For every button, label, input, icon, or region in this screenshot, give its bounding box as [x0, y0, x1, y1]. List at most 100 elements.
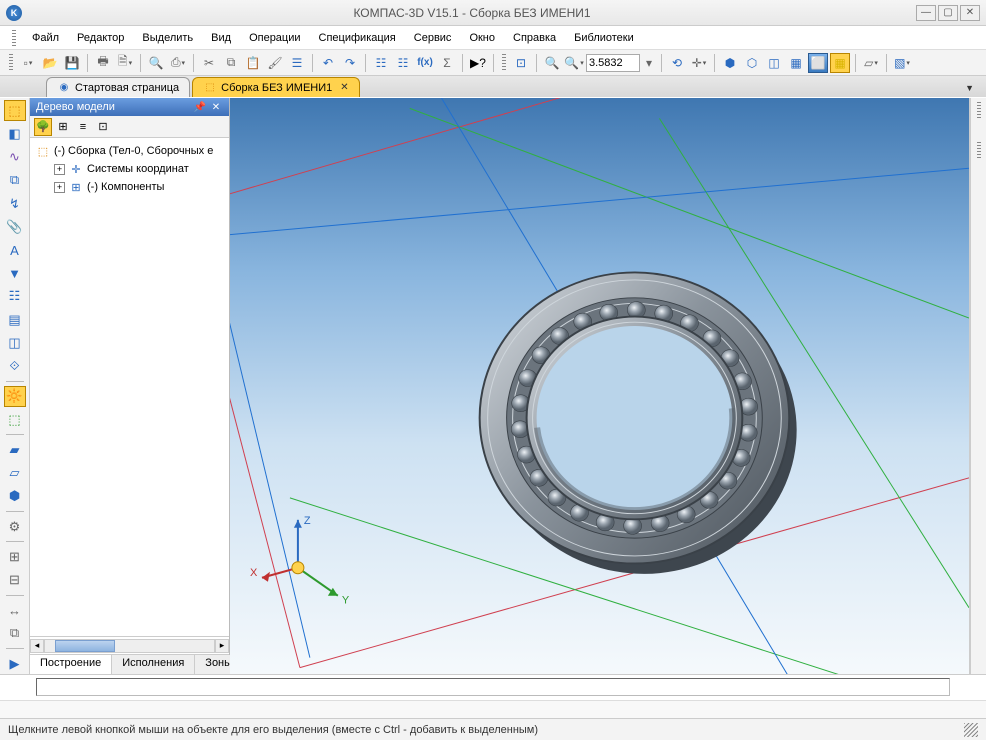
grip-icon: [12, 30, 16, 46]
brush-button[interactable]: 🖌: [265, 53, 285, 73]
expand-button[interactable]: +: [54, 182, 65, 193]
properties-button[interactable]: ☰: [287, 53, 307, 73]
close-panel-button[interactable]: ✕: [209, 100, 223, 114]
tree-filter-button[interactable]: ⊡: [94, 118, 112, 136]
tree-tab-build[interactable]: Построение: [30, 655, 112, 674]
misc2-button[interactable]: ↯: [4, 193, 26, 214]
tree-tab-exec[interactable]: Исполнения: [112, 655, 195, 674]
tool5-button[interactable]: ⧉: [4, 623, 26, 644]
spec-button[interactable]: ☷: [4, 286, 26, 307]
new-button[interactable]: ▫: [18, 53, 38, 73]
zoom-fit-button[interactable]: ⊡: [511, 53, 531, 73]
rotate-button[interactable]: ⟲: [667, 53, 687, 73]
menu-libs[interactable]: Библиотеки: [568, 30, 640, 46]
scrollbar-thumb[interactable]: [55, 640, 115, 652]
filter-button[interactable]: ▼: [4, 263, 26, 284]
redo-button[interactable]: ↷: [340, 53, 360, 73]
tool3-button[interactable]: ⊟: [4, 569, 26, 590]
resize-grip-icon[interactable]: [964, 723, 978, 737]
scroll-left-button[interactable]: ◂: [30, 639, 44, 653]
tab-assembly[interactable]: ⬚ Сборка БЕЗ ИМЕНИ1 ✕: [192, 77, 360, 97]
library2-button[interactable]: ☷: [393, 53, 413, 73]
view-hidden-button[interactable]: ◫: [764, 53, 784, 73]
command-input[interactable]: [36, 678, 950, 696]
undo-button[interactable]: ↶: [318, 53, 338, 73]
text-button[interactable]: A: [4, 239, 26, 260]
preview-options-button[interactable]: ⎙: [168, 53, 188, 73]
zoom-input[interactable]: [586, 54, 640, 72]
open-button[interactable]: 📂: [40, 53, 60, 73]
misc1-button[interactable]: ⧉: [4, 170, 26, 191]
mirror-button[interactable]: ⟐: [4, 356, 26, 377]
perspective-button[interactable]: ▱: [861, 53, 881, 73]
paste-button[interactable]: 📋: [243, 53, 263, 73]
box-button[interactable]: ◫: [4, 332, 26, 353]
separator: [661, 54, 662, 72]
assembly-icon: ⬚: [36, 144, 50, 158]
edit-assembly-button[interactable]: ⬚: [4, 100, 26, 121]
menu-view[interactable]: Вид: [205, 30, 237, 46]
menu-select[interactable]: Выделить: [136, 30, 199, 46]
tool2-button[interactable]: ⊞: [4, 546, 26, 567]
fx-button[interactable]: f(x): [415, 53, 435, 73]
view-wire-button[interactable]: ⬡: [742, 53, 762, 73]
view-render-button[interactable]: ⬜: [808, 53, 828, 73]
menu-window[interactable]: Окно: [463, 30, 501, 46]
pin-button[interactable]: 📌: [193, 100, 207, 114]
tree-sort-button[interactable]: ≡: [74, 118, 92, 136]
tree-coords-item[interactable]: + ✛ Системы координат: [32, 160, 227, 178]
cut-button[interactable]: ✂: [199, 53, 219, 73]
zoom-options-button[interactable]: 🔍: [564, 53, 584, 73]
analysis-button[interactable]: ⬚: [4, 409, 26, 430]
tree-view-button[interactable]: 🌳: [34, 118, 52, 136]
tool4-button[interactable]: ↔: [4, 600, 26, 621]
orient-button[interactable]: ✛: [689, 53, 709, 73]
menu-service[interactable]: Сервис: [408, 30, 458, 46]
menu-help[interactable]: Справка: [507, 30, 562, 46]
curve-button[interactable]: ∿: [4, 146, 26, 167]
add-component-button[interactable]: ◧: [4, 123, 26, 144]
tab-start-page[interactable]: ◉ Стартовая страница: [46, 77, 190, 97]
rebuild-button[interactable]: ▧: [892, 53, 912, 73]
help-context-button[interactable]: ▶?: [468, 53, 488, 73]
minimize-button[interactable]: —: [916, 5, 936, 21]
zoom-dropdown-button[interactable]: ▾: [642, 53, 656, 73]
tool1-button[interactable]: ⚙: [4, 516, 26, 537]
copy-button[interactable]: ⧉: [221, 53, 241, 73]
sigma-button[interactable]: Σ: [437, 53, 457, 73]
tree-mode-button[interactable]: ⊞: [54, 118, 72, 136]
tabs-dropdown-button[interactable]: ▼: [961, 79, 978, 97]
attach-button[interactable]: 📎: [4, 216, 26, 237]
surface1-button[interactable]: ▰: [4, 439, 26, 460]
print-button[interactable]: 🖶: [93, 53, 113, 73]
tool6-button[interactable]: ▶: [4, 653, 26, 674]
scroll-right-button[interactable]: ▸: [215, 639, 229, 653]
close-tab-button[interactable]: ✕: [340, 82, 348, 93]
render-button[interactable]: 🔆: [4, 386, 26, 407]
expand-button[interactable]: +: [54, 164, 65, 175]
report-button[interactable]: ▤: [4, 309, 26, 330]
preview-button[interactable]: 🔍: [146, 53, 166, 73]
viewport-3d[interactable]: Z X Y: [230, 98, 970, 674]
maximize-button[interactable]: ▢: [938, 5, 958, 21]
save-button[interactable]: 💾: [62, 53, 82, 73]
zoom-in-button[interactable]: 🔍: [542, 53, 562, 73]
tree-scrollbar[interactable]: ◂ ▸: [30, 636, 229, 654]
menu-editor[interactable]: Редактор: [71, 30, 130, 46]
menu-spec[interactable]: Спецификация: [313, 30, 402, 46]
library-button[interactable]: ☷: [371, 53, 391, 73]
close-button[interactable]: ✕: [960, 5, 980, 21]
tree-components-item[interactable]: + ⊞ (-) Компоненты: [32, 178, 227, 196]
separator: [6, 434, 24, 435]
tree-root-item[interactable]: ⬚ (-) Сборка (Тел-0, Сборочных е: [32, 142, 227, 160]
print-preview-button[interactable]: 🗎: [115, 53, 135, 73]
surface3-button[interactable]: ⬢: [4, 486, 26, 507]
menu-operations[interactable]: Операции: [243, 30, 306, 46]
surface2-button[interactable]: ▱: [4, 462, 26, 483]
scrollbar-track[interactable]: [44, 639, 215, 653]
separator: [6, 648, 24, 649]
view-iso-button[interactable]: ⬢: [720, 53, 740, 73]
view-gold-button[interactable]: ▦: [830, 53, 850, 73]
menu-file[interactable]: Файл: [26, 30, 65, 46]
view-shaded-button[interactable]: ▦: [786, 53, 806, 73]
